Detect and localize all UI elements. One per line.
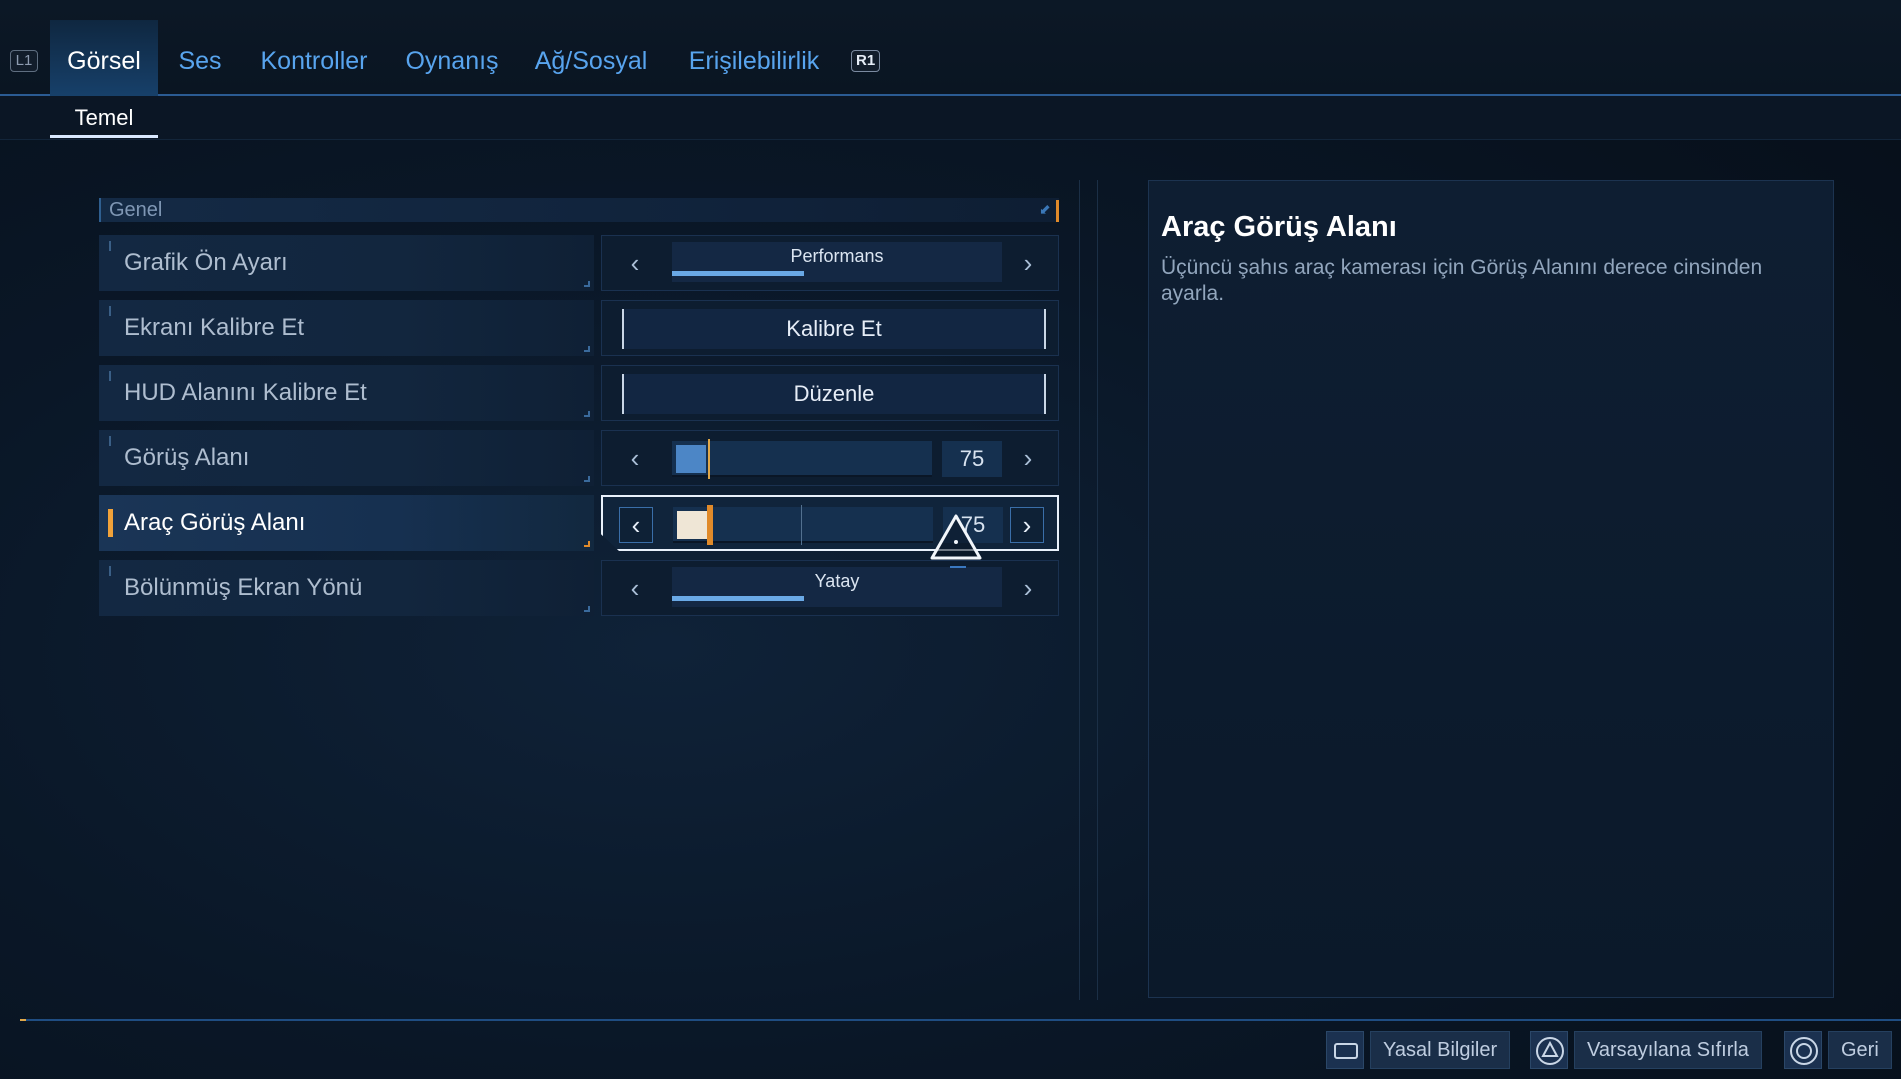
chevron-right-icon[interactable]: › <box>1011 246 1045 282</box>
collapse-corner-icon: ⬋ <box>1039 200 1059 222</box>
action-control[interactable]: Kalibre Et <box>601 300 1059 356</box>
tab-kontroller[interactable]: Kontroller <box>252 20 376 96</box>
setting-row-arac-gorus-alani[interactable]: Araç Görüş Alanı ‹ 75 › <box>99 495 1059 551</box>
option-selector[interactable]: ‹ Performans › <box>601 235 1059 291</box>
chevron-right-icon[interactable]: › <box>1010 507 1044 543</box>
column-divider <box>1097 180 1098 1000</box>
slider-handle[interactable] <box>676 439 710 479</box>
tab-oynanis[interactable]: Oynanış <box>398 20 506 96</box>
setting-label: Araç Görüş Alanı <box>99 495 594 551</box>
option-value: Yatay <box>672 567 1002 607</box>
slider-control[interactable]: ‹ 75 › <box>601 430 1059 486</box>
chevron-left-icon[interactable]: ‹ <box>618 246 652 282</box>
setting-row-grafik-on-ayari[interactable]: Grafik Ön Ayarı ‹ Performans › <box>99 235 1059 291</box>
slider-track[interactable] <box>672 439 932 479</box>
touchpad-icon <box>1326 1031 1364 1069</box>
subtab-temel[interactable]: Temel <box>50 96 158 140</box>
section-title: Genel <box>109 199 163 221</box>
option-selector[interactable]: ‹ Yatay › <box>601 560 1059 616</box>
section-header-genel: Genel ⬋ <box>99 198 1059 222</box>
setting-row-bolunmus-ekran-yonu[interactable]: Bölünmüş Ekran Yönü ‹ Yatay › <box>99 560 1059 616</box>
r1-bumper-icon[interactable]: R1 <box>851 50 881 72</box>
slider-control[interactable]: ‹ 75 › <box>601 495 1059 551</box>
setting-label: HUD Alanını Kalibre Et <box>99 365 594 421</box>
l1-bumper-icon[interactable]: L1 <box>10 50 38 72</box>
duzenle-button[interactable]: Düzenle <box>622 374 1046 414</box>
chevron-left-icon[interactable]: ‹ <box>619 507 653 543</box>
setting-row-gorus-alani[interactable]: Görüş Alanı ‹ 75 › <box>99 430 1059 486</box>
slider-value: 75 <box>942 441 1002 477</box>
circle-button-icon <box>1784 1031 1822 1069</box>
action-label: Geri <box>1828 1031 1892 1069</box>
action-label: Yasal Bilgiler <box>1370 1031 1511 1069</box>
setting-label: Grafik Ön Ayarı <box>99 235 594 291</box>
top-tab-bar: L1 Görsel Ses Kontroller Oynanış Ağ/Sosy… <box>0 0 1901 96</box>
option-value: Performans <box>672 242 1002 282</box>
footer-divider <box>20 1019 1901 1021</box>
tab-erisilebilirlik[interactable]: Erişilebilirlik <box>676 20 832 96</box>
setting-label: Bölünmüş Ekran Yönü <box>99 560 594 616</box>
chevron-right-icon[interactable]: › <box>1011 441 1045 477</box>
cursor-triangle-icon <box>930 514 982 560</box>
triangle-button-icon <box>1530 1031 1568 1069</box>
tab-gorsel[interactable]: Görsel <box>50 20 158 96</box>
sub-tab-bar: Temel <box>0 96 1901 140</box>
slider-track[interactable] <box>673 505 933 545</box>
action-label: Varsayılana Sıfırla <box>1574 1031 1762 1069</box>
setting-row-hud-alanini-kalibre-et[interactable]: HUD Alanını Kalibre Et Düzenle <box>99 365 1059 421</box>
slider-center-tick <box>801 505 802 545</box>
chevron-right-icon[interactable]: › <box>1011 571 1045 607</box>
description-panel: Araç Görüş Alanı Üçüncü şahıs araç kamer… <box>1148 180 1834 998</box>
chevron-left-icon[interactable]: ‹ <box>618 571 652 607</box>
slider-handle[interactable] <box>677 505 713 545</box>
option-position-bar <box>672 596 804 601</box>
tab-ses[interactable]: Ses <box>170 20 230 96</box>
chevron-left-icon[interactable]: ‹ <box>618 441 652 477</box>
tab-ag-sosyal[interactable]: Ağ/Sosyal <box>528 20 654 96</box>
column-divider <box>1079 180 1080 1000</box>
setting-label: Ekranı Kalibre Et <box>99 300 594 356</box>
description-title: Araç Görüş Alanı <box>1161 211 1397 243</box>
setting-row-ekrani-kalibre-et[interactable]: Ekranı Kalibre Et Kalibre Et <box>99 300 1059 356</box>
setting-label: Görüş Alanı <box>99 430 594 486</box>
kalibre-et-button[interactable]: Kalibre Et <box>622 309 1046 349</box>
description-text: Üçüncü şahıs araç kamerası için Görüş Al… <box>1161 256 1763 305</box>
option-position-bar <box>672 271 804 276</box>
action-control[interactable]: Düzenle <box>601 365 1059 421</box>
cursor-underline <box>950 566 966 568</box>
